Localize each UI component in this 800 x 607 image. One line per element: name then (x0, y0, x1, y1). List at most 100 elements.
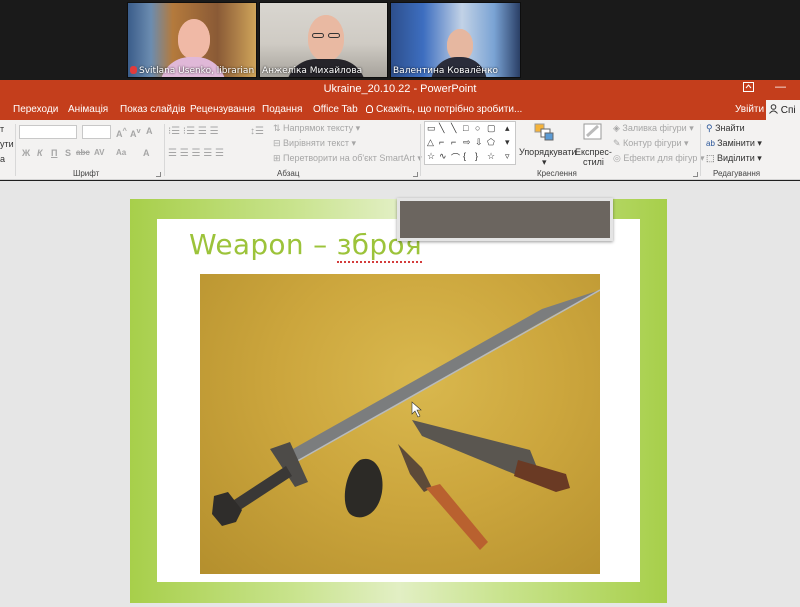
line-spacing-icon[interactable]: ↕☰ (250, 126, 264, 137)
change-case-button[interactable]: Aa (116, 148, 126, 157)
gallery-scroll-up-icon[interactable]: ▴ (505, 123, 510, 134)
arrow-down-shape-icon[interactable]: ⇩ (475, 137, 483, 148)
tab-view[interactable]: Подання (262, 104, 302, 115)
star-shape-icon[interactable]: ☆ (487, 151, 495, 162)
floating-video-overlay[interactable] (397, 198, 613, 241)
chevron-down-icon: ▾ (542, 157, 547, 167)
shapes-gallery[interactable]: ▭ ╲ ╲ □ ○ ▢ △ ⌐ ⌐ ⇨ ⇩ ⬠ ☆ ∿ ⌒ { } ☆ ▴ ▾ … (424, 121, 516, 165)
group-label-font: Шрифт (73, 169, 100, 178)
document-title: Ukraine_20.10.22 - PowerPoint (323, 83, 477, 95)
grow-font-icon[interactable]: A^ (116, 126, 127, 139)
text-direction-button[interactable]: ⇅ Напрямок тексту ▾ (273, 123, 360, 134)
alignment-icons[interactable]: ☰ ☰ ☰ ☰ ☰ (168, 148, 224, 159)
dialog-launcher-icon[interactable] (693, 172, 698, 177)
tab-slide-show[interactable]: Показ слайдів (120, 104, 186, 115)
align-text-button[interactable]: ⊟ Вирівняти текст ▾ (273, 138, 356, 149)
curve-shape-icon[interactable]: ∿ (439, 151, 447, 162)
ribbon-home: т ути а A^ Av A Ж К П S abc AV Aa A Шриф… (0, 120, 800, 180)
tab-transitions[interactable]: Переходи (13, 104, 58, 115)
text-box-shape-icon[interactable]: ▭ (427, 123, 436, 134)
triangle-shape-icon[interactable]: △ (427, 137, 434, 148)
connector-shape-icon[interactable]: ⌐ (439, 137, 444, 147)
bold-button[interactable]: Ж (22, 148, 30, 158)
weapon-photo[interactable] (200, 274, 600, 574)
replace-button[interactable]: ab Замінити ▾ (706, 138, 762, 149)
quick-styles-button[interactable]: Експрес- стилі (575, 147, 612, 167)
brace-shape-icon[interactable]: { (463, 151, 466, 161)
dialog-launcher-icon[interactable] (413, 172, 418, 177)
cursor-icon: ⬚ (706, 153, 718, 163)
clipboard-item[interactable]: а (0, 154, 5, 164)
underline-button[interactable]: П (51, 148, 57, 158)
shape-fill-button[interactable]: ◈ Заливка фігури ▾ (613, 123, 694, 134)
share-label: Спі (780, 105, 796, 116)
sword-pommel (212, 492, 242, 526)
smartart-icon: ⊞ (273, 153, 284, 163)
shape-effects-button[interactable]: ◎ Ефекти для фігур ▾ (613, 153, 704, 164)
text-direction-icon: ⇅ (273, 123, 284, 133)
slide-title[interactable]: Weapon – зброя (189, 228, 422, 263)
arrange-button[interactable]: Упорядкувати (519, 147, 576, 157)
font-color-button[interactable]: A (143, 148, 150, 158)
line-shape-icon[interactable]: ╲ (451, 123, 456, 134)
participant-tile[interactable]: Валентина Ковалёнко (390, 2, 521, 78)
minimize-button[interactable]: — (775, 81, 786, 93)
font-name-combo[interactable] (19, 125, 77, 139)
connector-shape-icon[interactable]: ⌐ (451, 137, 456, 147)
line-shape-icon[interactable]: ╲ (439, 123, 444, 134)
window-title-bar: Ukraine_20.10.22 - PowerPoint — (0, 80, 800, 100)
shrink-font-icon[interactable]: Av (130, 126, 141, 139)
select-button[interactable]: ⬚ Виділити ▾ (706, 153, 762, 164)
video-participants-strip: Svitlana Usenko, librarian ... Анжеліка … (0, 0, 800, 80)
find-button[interactable]: ⚲ Знайти (706, 123, 745, 134)
select-label: Виділити (717, 153, 755, 163)
tab-animations[interactable]: Анімація (68, 104, 108, 115)
arrange-icon-svg (534, 123, 554, 141)
pentagon-shape-icon[interactable]: ⬠ (487, 137, 495, 148)
lightbulb-icon (366, 105, 373, 113)
star-shape-icon[interactable]: ☆ (427, 151, 435, 162)
sign-in-link[interactable]: Увійти (735, 104, 764, 115)
bullets-icon[interactable]: ⁝☰ ⁝☰ ☰ ☰ (168, 126, 219, 137)
gallery-scroll-down-icon[interactable]: ▾ (505, 137, 510, 148)
replace-label: Замінити (717, 138, 755, 148)
scabbard-handle (514, 460, 570, 492)
font-size-combo[interactable] (82, 125, 111, 139)
shape-outline-label: Контур фігури (623, 138, 682, 148)
tell-me-text: Скажіть, що потрібно зробити... (376, 104, 523, 115)
tell-me-search[interactable]: Скажіть, що потрібно зробити... (366, 104, 522, 115)
ribbon-display-options-icon[interactable] (743, 82, 754, 95)
italic-button[interactable]: К (37, 148, 43, 158)
group-divider (700, 124, 701, 176)
arc-shape-icon[interactable]: ⌒ (451, 151, 460, 164)
participant-tile[interactable]: Svitlana Usenko, librarian ... (127, 2, 257, 78)
share-button[interactable]: Спі (766, 100, 800, 120)
clipboard-item[interactable]: ути (0, 139, 14, 149)
clipboard-item[interactable]: т (0, 124, 4, 134)
dagger-blade (398, 444, 432, 492)
person-icon (769, 104, 778, 114)
participant-tile[interactable]: Анжеліка Михайлова (259, 2, 388, 78)
rounded-rect-shape-icon[interactable]: ▢ (487, 123, 496, 134)
gallery-more-icon[interactable]: ▿ (505, 151, 510, 162)
rectangle-shape-icon[interactable]: □ (463, 123, 468, 133)
shadow-button[interactable]: S (65, 148, 71, 158)
glasses (312, 33, 324, 38)
tab-review[interactable]: Рецензування (190, 104, 255, 115)
arrange-icon[interactable] (533, 122, 555, 144)
shape-outline-button[interactable]: ✎ Контур фігури ▾ (613, 138, 689, 149)
oval-shape-icon[interactable]: ○ (475, 123, 480, 133)
quick-styles-icon[interactable] (582, 122, 604, 144)
participant-name: Svitlana Usenko, librarian ... (130, 66, 256, 76)
dialog-launcher-icon[interactable] (156, 172, 161, 177)
tab-office-tab[interactable]: Office Tab (313, 104, 358, 115)
arrow-right-shape-icon[interactable]: ⇨ (463, 137, 471, 148)
clear-formatting-icon[interactable]: A (146, 126, 153, 136)
ribbon-display-options-icon-svg (743, 82, 754, 92)
effects-icon: ◎ (613, 153, 624, 163)
strikethrough-button[interactable]: abc (76, 148, 90, 157)
sword-hilt (234, 466, 292, 510)
brace-shape-icon[interactable]: } (475, 151, 478, 161)
smartart-convert-button[interactable]: ⊞ Перетворити на об'єкт SmartArt ▾ (273, 153, 422, 164)
character-spacing-button[interactable]: AV (94, 148, 105, 157)
